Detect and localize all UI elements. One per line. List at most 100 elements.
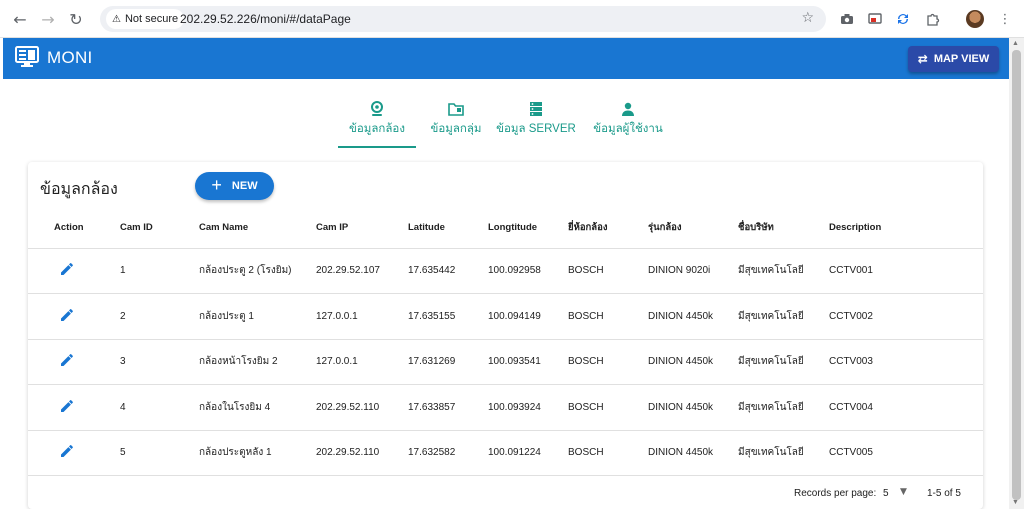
scroll-thumb[interactable] — [1012, 50, 1021, 500]
user-icon — [621, 98, 635, 120]
action-cell — [28, 293, 108, 340]
latitude-cell: 17.632582 — [408, 430, 488, 476]
brand-cell: BOSCH — [568, 339, 648, 385]
tab-server[interactable]: ข้อมูล SERVER — [496, 98, 576, 150]
bookmark-star-icon[interactable]: ☆ — [801, 10, 814, 26]
warning-icon: ⚠ — [112, 13, 121, 25]
column-header-cam-id[interactable]: Cam ID — [108, 208, 199, 249]
scroll-down-arrow-icon[interactable]: ▼ — [1012, 499, 1019, 506]
cam-name-cell: กล้องประตูหลัง 1 — [199, 430, 316, 476]
edit-pencil-icon[interactable] — [59, 443, 75, 459]
column-header-description[interactable]: Description — [829, 208, 983, 249]
profile-avatar[interactable] — [966, 10, 984, 28]
action-cell — [28, 248, 108, 294]
cam-id-cell: 5 — [108, 430, 199, 476]
description-cell: CCTV005 — [829, 430, 983, 476]
table-row: 3 กล้องหน้าโรงยิม 2 127.0.0.1 17.631269 … — [28, 339, 983, 385]
description-cell: CCTV003 — [829, 339, 983, 385]
records-per-page-label: Records per page: — [794, 488, 877, 499]
plus-icon: + — [211, 175, 222, 195]
latitude-cell: 17.633857 — [408, 384, 488, 431]
action-cell — [28, 384, 108, 431]
swap-arrows-icon: ⇄ — [917, 52, 928, 66]
tab-label: ข้อมูลผู้ใช้งาน — [593, 123, 663, 135]
company-cell: มีสุขเทคโนโลยี — [738, 339, 829, 385]
longitude-cell: 100.091224 — [488, 430, 568, 476]
action-cell — [28, 430, 108, 476]
model-cell: DINION 4450k — [648, 384, 738, 431]
column-header-cam-name[interactable]: Cam Name — [199, 208, 316, 249]
edit-pencil-icon[interactable] — [59, 307, 75, 323]
map-view-button[interactable]: ⇄ MAP VIEW — [908, 46, 999, 72]
records-per-page-select[interactable]: 5 — [883, 488, 889, 499]
cam-id-cell: 2 — [108, 293, 199, 340]
edit-pencil-icon[interactable] — [59, 261, 75, 277]
security-chip[interactable]: ⚠ Not secure — [106, 9, 185, 29]
column-header-longitude[interactable]: Longtitude — [488, 208, 568, 249]
table-header-row: Action Cam ID Cam Name Cam IP Latitude L… — [28, 208, 983, 249]
monitor-icon — [15, 46, 39, 68]
column-header-brand[interactable]: ยี่ห้อกล้อง — [568, 208, 648, 249]
longitude-cell: 100.092958 — [488, 248, 568, 294]
cam-name-cell: กล้องในโรงยิม 4 — [199, 384, 316, 431]
scroll-up-arrow-icon[interactable]: ▲ — [1012, 40, 1019, 47]
table-row: 4 กล้องในโรงยิม 4 202.29.52.110 17.63385… — [28, 384, 983, 431]
tab-label: ข้อมูล SERVER — [496, 123, 576, 135]
edit-pencil-icon[interactable] — [59, 398, 75, 414]
table-row: 1 กล้องประตู 2 (โรงยิม) 202.29.52.107 17… — [28, 248, 983, 294]
longitude-cell: 100.094149 — [488, 293, 568, 340]
cast-ext-icon[interactable] — [866, 10, 884, 28]
forward-icon[interactable]: → — [38, 9, 58, 29]
tab-users[interactable]: ข้อมูลผู้ใช้งาน — [592, 98, 664, 150]
cam-name-cell: กล้องประตู 2 (โรงยิม) — [199, 248, 316, 294]
sync-ext-icon[interactable] — [894, 10, 912, 28]
column-header-latitude[interactable]: Latitude — [408, 208, 488, 249]
brand-cell: BOSCH — [568, 293, 648, 340]
latitude-cell: 17.635155 — [408, 293, 488, 340]
edit-pencil-icon[interactable] — [59, 352, 75, 368]
column-header-model[interactable]: รุ่นกล้อง — [648, 208, 738, 249]
column-header-cam-ip[interactable]: Cam IP — [316, 208, 408, 249]
brand-cell: BOSCH — [568, 384, 648, 431]
url-text[interactable]: 202.29.52.226/moni/#/dataPage — [180, 12, 351, 26]
table-row: 2 กล้องประตู 1 127.0.0.1 17.635155 100.0… — [28, 293, 983, 340]
tab-label: ข้อมูลกล้อง — [349, 123, 405, 135]
description-cell: CCTV001 — [829, 248, 983, 294]
model-cell: DINION 4450k — [648, 293, 738, 340]
action-cell — [28, 339, 108, 385]
model-cell: DINION 4450k — [648, 339, 738, 385]
cam-name-cell: กล้องหน้าโรงยิม 2 — [199, 339, 316, 385]
camera-ext-icon[interactable] — [838, 10, 856, 28]
tab-camera[interactable]: ข้อมูลกล้อง — [338, 98, 416, 150]
description-cell: CCTV002 — [829, 293, 983, 340]
new-camera-button[interactable]: + NEW — [195, 172, 274, 200]
cam-ip-cell: 202.29.52.110 — [316, 430, 408, 476]
security-label: Not secure — [124, 13, 179, 25]
column-header-action[interactable]: Action — [28, 208, 108, 249]
app-title: MONI — [47, 48, 93, 67]
address-bar[interactable]: ⚠ Not secure 202.29.52.226/moni/#/dataPa… — [100, 6, 826, 32]
company-cell: มีสุขเทคโนโลยี — [738, 384, 829, 431]
page-scrollbar[interactable]: ▲ ▼ — [1009, 38, 1024, 509]
cam-ip-cell: 127.0.0.1 — [316, 339, 408, 385]
cam-name-cell: กล้องประตู 1 — [199, 293, 316, 340]
column-header-company[interactable]: ชื่อบริษัท — [738, 208, 829, 249]
extensions-puzzle-icon[interactable] — [924, 10, 942, 28]
longitude-cell: 100.093924 — [488, 384, 568, 431]
card-title: ข้อมูลกล้อง — [40, 181, 118, 198]
table-pagination: Records per page: 5 ▼ 1-5 of 5 — [28, 484, 983, 504]
camera-table: Action Cam ID Cam Name Cam IP Latitude L… — [28, 208, 983, 476]
cam-ip-cell: 202.29.52.107 — [316, 248, 408, 294]
back-icon[interactable]: ← — [10, 9, 30, 29]
cam-ip-cell: 202.29.52.110 — [316, 384, 408, 431]
cam-id-cell: 1 — [108, 248, 199, 294]
model-cell: DINION 4450k — [648, 430, 738, 476]
reload-icon[interactable]: ↻ — [66, 9, 86, 29]
more-menu-icon[interactable]: ⋮ — [996, 10, 1014, 28]
latitude-cell: 17.635442 — [408, 248, 488, 294]
tab-group[interactable]: ข้อมูลกลุ่ม — [424, 98, 488, 150]
dropdown-arrow-icon[interactable]: ▼ — [900, 487, 907, 497]
company-cell: มีสุขเทคโนโลยี — [738, 430, 829, 476]
active-tab-indicator — [338, 146, 416, 148]
tab-label: ข้อมูลกลุ่ม — [430, 123, 482, 135]
